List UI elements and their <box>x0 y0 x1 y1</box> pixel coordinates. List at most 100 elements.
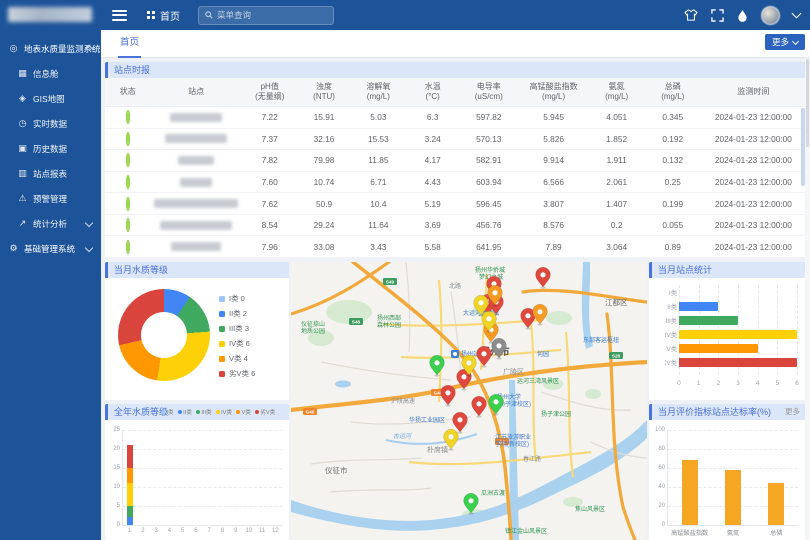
sidebar-item-history[interactable]: ▣历史数据 <box>0 136 101 161</box>
x-tick-label: 1 <box>697 380 701 387</box>
donut-hole <box>141 312 187 358</box>
tab-home[interactable]: 首页 <box>118 30 141 58</box>
table-row[interactable]: 7.8279.9811.854.17582.919.9141.9110.1322… <box>105 150 806 172</box>
stack-segment-劣V类 <box>127 445 133 468</box>
compliance-more-link[interactable]: 更多 <box>785 404 800 420</box>
column-header: 水温(°C) <box>406 82 459 102</box>
stat-bar-IV类[interactable] <box>679 330 797 339</box>
sidebar-item-settings[interactable]: ⚙基础管理系统 <box>0 236 101 261</box>
table-header: 状态站点pH值(无量纲)浊度(NTU)溶解氧(mg/L)水温(°C)电导率(uS… <box>105 78 806 107</box>
sidebar-item-gauge[interactable]: ◎地表水质量监测系统 <box>0 36 101 61</box>
hamburger-menu-icon[interactable] <box>112 10 127 21</box>
table-cell: 0.055 <box>645 220 701 230</box>
status-dot-green <box>126 132 130 146</box>
legend-dot <box>219 296 225 302</box>
theme-skin-icon[interactable] <box>684 9 698 21</box>
legend-item[interactable]: I类 0 <box>219 291 255 306</box>
stat-bar-III类[interactable] <box>679 316 738 325</box>
station-name-redacted <box>180 178 212 187</box>
status-dot-green <box>126 153 130 167</box>
map-label: 何园 <box>537 350 549 358</box>
user-menu-chevron-down-icon[interactable] <box>792 9 802 19</box>
fullscreen-icon[interactable] <box>711 9 724 22</box>
gridline <box>797 285 798 375</box>
y-tick-label: 10 <box>113 484 120 490</box>
table-row[interactable]: 7.2215.915.036.3597.825.9454.0510.345202… <box>105 107 806 129</box>
page-scrollbar[interactable] <box>805 57 810 540</box>
table-row[interactable]: 7.9633.083.435.58641.957.893.0640.892024… <box>105 236 806 258</box>
table-cell: 11.85 <box>350 155 406 165</box>
user-avatar[interactable] <box>761 6 780 25</box>
table-row[interactable]: 7.3732.1615.533.24570.135.8261.8520.1922… <box>105 129 806 151</box>
stat-bar-劣V类[interactable] <box>679 358 797 367</box>
legend-item[interactable]: I类 <box>161 408 174 416</box>
water-drop-icon[interactable] <box>737 9 748 22</box>
station-name-redacted <box>154 199 238 208</box>
column-header: 总磷(mg/L) <box>645 82 701 102</box>
legend-item[interactable]: 劣V类 <box>255 408 275 416</box>
compliance-bar-高锰酸盐指数[interactable] <box>682 460 698 525</box>
map-label: 焦山风景区 <box>575 505 605 513</box>
table-cell: 0.2 <box>589 220 645 230</box>
y-tick-label: 0 <box>117 522 120 528</box>
sidebar-item-label: GIS地图 <box>33 93 65 105</box>
compliance-bar-氨氮[interactable] <box>725 470 741 525</box>
sidebar-item-clock[interactable]: ◷实时数据 <box>0 111 101 136</box>
compliance-bar-总磷[interactable] <box>768 483 784 525</box>
sidebar-item-stats[interactable]: ↗统计分析 <box>0 211 101 236</box>
compliance-panel: 当月评价指标站点达标率(%) 更多 020406080100高锰酸盐指数氨氮总磷 <box>649 404 806 540</box>
legend-item[interactable]: III类 3 <box>219 321 255 336</box>
legend-item[interactable]: II类 <box>178 408 192 416</box>
station-name-redacted <box>160 221 232 230</box>
table-cell: 15.53 <box>350 134 406 144</box>
table-row[interactable]: 7.6250.910.45.19596.453.8071.4070.199202… <box>105 193 806 215</box>
sidebar-item-info-board[interactable]: ▦信息舱 <box>0 61 101 86</box>
table-cell: 582.91 <box>459 155 519 165</box>
table-row[interactable]: 7.6010.746.714.43603.946.5662.0610.25202… <box>105 172 806 194</box>
legend-item[interactable]: V类 <box>236 408 251 416</box>
menu-search-input[interactable]: 菜单查询 <box>198 6 334 25</box>
legend-label: II类 2 <box>229 308 247 319</box>
x-tick-label: 11 <box>259 528 265 534</box>
legend-item[interactable]: III类 <box>196 408 212 416</box>
x-tick-label: 3 <box>154 528 157 534</box>
legend-label: I类 0 <box>229 293 245 304</box>
stack-segment-IV类 <box>127 483 133 506</box>
table-cell: 7.96 <box>242 242 298 252</box>
map-label: 江苏旅游职业 <box>495 433 531 441</box>
table-cell: 3.69 <box>406 220 459 230</box>
table-cell: 4.43 <box>406 177 459 187</box>
year-grade-panel: 全年水质等级 I类II类III类IV类V类劣V类 051015202512345… <box>105 404 289 540</box>
table-cell: 2024-01-23 12:00:00 <box>701 112 806 122</box>
sidebar-item-map[interactable]: ◈GIS地图 <box>0 86 101 111</box>
x-tick-label: 5 <box>776 380 780 387</box>
table-row[interactable]: 8.5429.2411.643.69456.768.5760.20.055202… <box>105 215 806 237</box>
topbar-home-nav[interactable]: 首页 <box>147 8 180 23</box>
compliance-chart: 020406080100高锰酸盐指数氨氮总磷 <box>667 430 798 526</box>
table-cell: 4.17 <box>406 155 459 165</box>
gridline <box>123 506 282 507</box>
x-tick-label: 3 <box>736 380 740 387</box>
x-tick-label: 12 <box>272 528 279 534</box>
legend-item[interactable]: 劣V类 6 <box>219 366 255 381</box>
column-header: 高锰酸盐指数(mg/L) <box>519 82 589 102</box>
legend-item[interactable]: IV类 <box>216 408 232 416</box>
legend-item[interactable]: IV类 6 <box>219 336 255 351</box>
stat-bar-V类[interactable] <box>679 344 758 353</box>
legend-item[interactable]: II类 2 <box>219 306 255 321</box>
stat-bar-II类[interactable] <box>679 302 718 311</box>
legend-item[interactable]: V类 4 <box>219 351 255 366</box>
y-tick-label: 25 <box>113 427 120 433</box>
more-button[interactable]: 更多 <box>765 34 805 50</box>
table-cell: 6.3 <box>406 112 459 122</box>
gis-map[interactable]: G40G40G2S49S28S48 扬州市仪征市江都区广陵区扬州华侨城梦幻之城仪… <box>291 262 647 540</box>
sidebar-item-report[interactable]: ▥站点报表 <box>0 161 101 186</box>
table-cell: 8.54 <box>242 220 298 230</box>
table-cell: 5.58 <box>406 242 459 252</box>
stacked-bar-month-1[interactable] <box>127 445 133 525</box>
sidebar-item-alert[interactable]: ⚠预警管理 <box>0 186 101 211</box>
table-cell: 3.24 <box>406 134 459 144</box>
road-badge: S49 <box>383 278 397 285</box>
y-tick-label: 100 <box>655 427 665 433</box>
x-tick-label: 8 <box>221 528 224 534</box>
